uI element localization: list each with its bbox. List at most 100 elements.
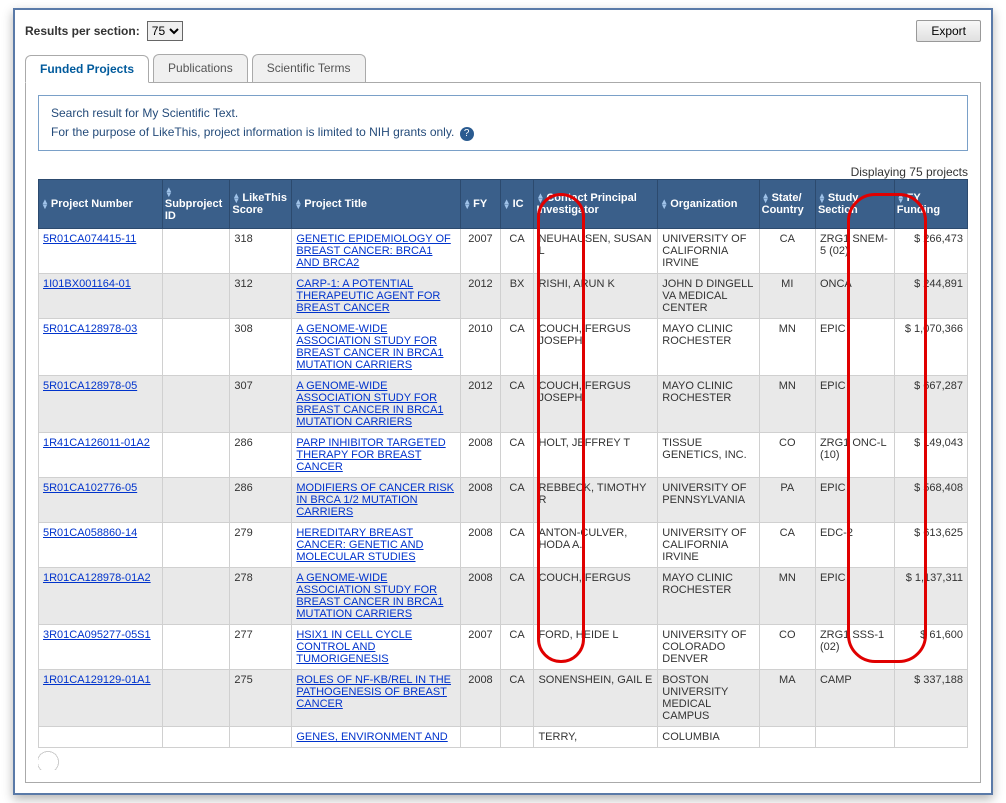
col-header-label: Project Title — [304, 198, 367, 210]
pi-cell: RISHI, ARUN K — [534, 274, 658, 319]
project-number-link[interactable]: 5R01CA058860-14 — [39, 523, 163, 568]
col-header-fy[interactable]: ▲▼FY — [461, 180, 500, 229]
funding-cell: $ 667,287 — [894, 376, 967, 433]
org-cell: UNIVERSITY OF COLORADO DENVER — [658, 625, 759, 670]
project-title-link[interactable]: A GENOME-WIDE ASSOCIATION STUDY FOR BREA… — [296, 380, 443, 428]
ic-cell: CA — [500, 319, 534, 376]
table-row: GENES, ENVIRONMENT ANDTERRY,COLUMBIA — [39, 727, 968, 748]
sort-arrows-icon[interactable]: ▲▼ — [463, 199, 471, 209]
project-number-link[interactable]: 5R01CA074415-11 — [39, 229, 163, 274]
project-number-link[interactable]: 5R01CA128978-03 — [43, 323, 137, 335]
project-number-link[interactable] — [39, 727, 163, 748]
sort-arrows-icon[interactable]: ▲▼ — [41, 199, 49, 209]
col-header-contact-pi[interactable]: ▲▼Contact Principal Investigator — [534, 180, 658, 229]
sort-arrows-icon[interactable]: ▲▼ — [897, 193, 905, 203]
info-box: Search result for My Scientific Text. Fo… — [38, 95, 968, 151]
project-number-link[interactable]: 1I01BX001164-01 — [39, 274, 163, 319]
project-title-link[interactable]: ROLES OF NF-KB/REL IN THE PATHOGENESIS O… — [292, 670, 461, 727]
col-header-project-number[interactable]: ▲▼Project Number — [39, 180, 163, 229]
tab-scientific-terms[interactable]: Scientific Terms — [252, 54, 366, 82]
project-number-link[interactable]: 5R01CA128978-05 — [43, 380, 137, 392]
project-number-link[interactable]: 5R01CA102776-05 — [43, 482, 137, 494]
sort-arrows-icon[interactable]: ▲▼ — [536, 193, 544, 203]
project-title-link[interactable]: HSIX1 IN CELL CYCLE CONTROL AND TUMORIGE… — [292, 625, 461, 670]
ic-cell: CA — [500, 229, 534, 274]
sort-arrows-icon[interactable]: ▲▼ — [503, 199, 511, 209]
ic-cell: CA — [500, 625, 534, 670]
funding-cell: $ 149,043 — [894, 433, 967, 478]
help-icon[interactable]: ? — [460, 127, 474, 141]
project-number-link[interactable]: 3R01CA095277-05S1 — [39, 625, 163, 670]
project-number-link[interactable]: 1R01CA128978-01A2 — [43, 572, 151, 584]
subproject-id-cell — [162, 670, 230, 727]
project-number-link[interactable]: 5R01CA128978-03 — [39, 319, 163, 376]
project-title-link[interactable]: A GENOME-WIDE ASSOCIATION STUDY FOR BREA… — [296, 323, 443, 371]
sort-arrows-icon[interactable]: ▲▼ — [818, 193, 826, 203]
project-number-link[interactable]: 1R41CA126011-01A2 — [43, 437, 150, 449]
sort-arrows-icon[interactable]: ▲▼ — [660, 199, 668, 209]
project-title-link[interactable]: HEREDITARY BREAST CANCER: GENETIC AND MO… — [296, 527, 423, 563]
sort-arrows-icon[interactable]: ▲▼ — [165, 187, 173, 197]
study-section-cell: ZRG1 SNEM-5 (02) — [815, 229, 894, 274]
fy-cell: 2008 — [461, 523, 500, 568]
fy-cell: 2007 — [461, 625, 500, 670]
pi-cell: COUCH, FERGUS — [534, 568, 658, 625]
col-header-fy-funding[interactable]: ▲▼FY Funding — [894, 180, 967, 229]
funding-cell: $ 266,473 — [894, 229, 967, 274]
col-header-organization[interactable]: ▲▼Organization — [658, 180, 759, 229]
col-header-study-section[interactable]: ▲▼Study Section — [815, 180, 894, 229]
study-section-cell — [815, 727, 894, 748]
project-title-link[interactable]: CARP-1: A POTENTIAL THERAPEUTIC AGENT FO… — [296, 278, 440, 314]
project-title-link[interactable]: HEREDITARY BREAST CANCER: GENETIC AND MO… — [292, 523, 461, 568]
sort-arrows-icon[interactable]: ▲▼ — [232, 193, 240, 203]
project-number-link[interactable]: 1R41CA126011-01A2 — [39, 433, 163, 478]
ic-cell: CA — [500, 523, 534, 568]
project-number-link[interactable]: 5R01CA128978-05 — [39, 376, 163, 433]
state-cell: MA — [759, 670, 815, 727]
project-title-link[interactable]: PARP INHIBITOR TARGETED THERAPY FOR BREA… — [296, 437, 445, 473]
fy-cell: 2008 — [461, 478, 500, 523]
export-button[interactable]: Export — [916, 20, 981, 42]
pi-cell: SONENSHEIN, GAIL E — [534, 670, 658, 727]
study-section-cell: EDC-2 — [815, 523, 894, 568]
project-title-link[interactable]: A GENOME-WIDE ASSOCIATION STUDY FOR BREA… — [292, 568, 461, 625]
subproject-id-cell — [162, 568, 230, 625]
sort-arrows-icon[interactable]: ▲▼ — [762, 193, 770, 203]
org-cell: UNIVERSITY OF CALIFORNIA IRVINE — [658, 229, 759, 274]
project-number-link[interactable]: 1R01CA129129-01A1 — [43, 674, 151, 686]
likethis-score-cell: 275 — [230, 670, 292, 727]
project-number-link[interactable]: 5R01CA058860-14 — [43, 527, 137, 539]
col-header-subproject-id[interactable]: ▲▼Subproject ID — [162, 180, 230, 229]
project-title-link[interactable]: GENES, ENVIRONMENT AND — [296, 731, 447, 743]
project-title-link[interactable]: HSIX1 IN CELL CYCLE CONTROL AND TUMORIGE… — [296, 629, 412, 665]
sort-arrows-icon[interactable]: ▲▼ — [294, 199, 302, 209]
project-title-link[interactable]: GENES, ENVIRONMENT AND — [292, 727, 461, 748]
project-title-link[interactable]: ROLES OF NF-KB/REL IN THE PATHOGENESIS O… — [296, 674, 451, 710]
project-title-link[interactable]: GENETIC EPIDEMIOLOGY OF BREAST CANCER: B… — [296, 233, 450, 269]
col-header-ic[interactable]: ▲▼IC — [500, 180, 534, 229]
project-title-link[interactable]: A GENOME-WIDE ASSOCIATION STUDY FOR BREA… — [292, 376, 461, 433]
project-number-link[interactable]: 5R01CA102776-05 — [39, 478, 163, 523]
col-header-likethis-score[interactable]: ▲▼LikeThis Score — [230, 180, 292, 229]
tab-publications[interactable]: Publications — [153, 54, 248, 82]
state-cell: MN — [759, 319, 815, 376]
project-title-link[interactable]: CARP-1: A POTENTIAL THERAPEUTIC AGENT FO… — [292, 274, 461, 319]
project-title-link[interactable]: A GENOME-WIDE ASSOCIATION STUDY FOR BREA… — [292, 319, 461, 376]
project-title-link[interactable]: A GENOME-WIDE ASSOCIATION STUDY FOR BREA… — [296, 572, 443, 620]
study-section-cell: ZRG1 SSS-1 (02) — [815, 625, 894, 670]
col-header-state-country[interactable]: ▲▼State/ Country — [759, 180, 815, 229]
project-title-link[interactable]: GENETIC EPIDEMIOLOGY OF BREAST CANCER: B… — [292, 229, 461, 274]
project-number-link[interactable]: 5R01CA074415-11 — [43, 233, 136, 245]
table-row: 5R01CA102776-05286MODIFIERS OF CANCER RI… — [39, 478, 968, 523]
col-header-project-title[interactable]: ▲▼Project Title — [292, 180, 461, 229]
project-title-link[interactable]: MODIFIERS OF CANCER RISK IN BRCA 1/2 MUT… — [296, 482, 454, 518]
fy-cell — [461, 727, 500, 748]
project-number-link[interactable]: 1I01BX001164-01 — [43, 278, 131, 290]
project-number-link[interactable]: 1R01CA129129-01A1 — [39, 670, 163, 727]
project-title-link[interactable]: PARP INHIBITOR TARGETED THERAPY FOR BREA… — [292, 433, 461, 478]
project-number-link[interactable]: 3R01CA095277-05S1 — [43, 629, 151, 641]
project-number-link[interactable]: 1R01CA128978-01A2 — [39, 568, 163, 625]
results-per-section-select[interactable]: 75 — [147, 21, 183, 41]
project-title-link[interactable]: MODIFIERS OF CANCER RISK IN BRCA 1/2 MUT… — [292, 478, 461, 523]
tab-funded-projects[interactable]: Funded Projects — [25, 55, 149, 83]
